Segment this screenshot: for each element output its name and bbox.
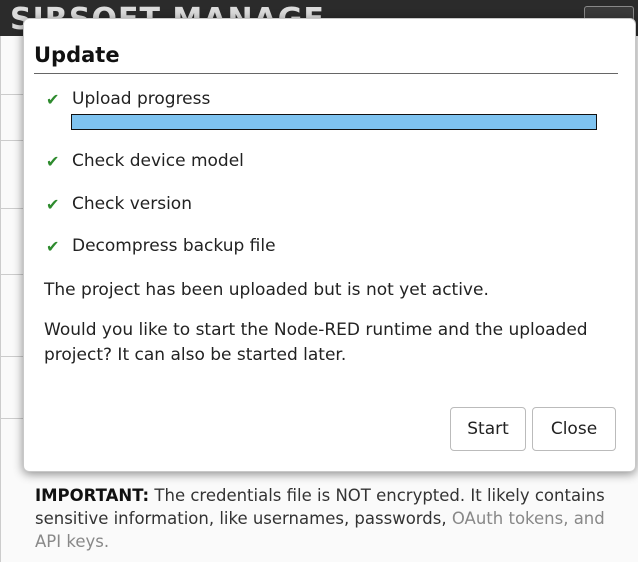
check-icon: ✔	[46, 194, 60, 214]
step-check-version: ✔ Check version	[46, 194, 192, 214]
step-label: Decompress backup file	[72, 236, 276, 256]
close-button[interactable]: Close	[532, 407, 616, 451]
step-decompress-backup: ✔ Decompress backup file	[46, 236, 276, 256]
background-divider	[1, 356, 25, 357]
start-button[interactable]: Start	[450, 407, 526, 451]
step-check-device-model: ✔ Check device model	[46, 151, 244, 171]
update-dialog: Update ✔ Upload progress ✔ Check device …	[23, 18, 636, 472]
check-icon: ✔	[46, 151, 60, 171]
background-divider	[1, 208, 25, 209]
background-divider	[1, 274, 25, 275]
step-label: Upload progress	[72, 89, 211, 109]
title-divider	[34, 73, 618, 74]
step-label: Check version	[72, 194, 192, 214]
step-upload-progress: ✔ Upload progress	[46, 89, 210, 109]
background-divider	[1, 140, 25, 141]
start-prompt-message: Would you like to start the Node-RED run…	[44, 320, 588, 365]
check-icon: ✔	[46, 89, 60, 109]
background-divider	[1, 418, 25, 419]
upload-progress-fill	[72, 115, 596, 129]
dialog-title: Update	[34, 43, 120, 67]
status-message: The project has been uploaded but is not…	[44, 280, 489, 300]
check-icon: ✔	[46, 236, 60, 256]
upload-progress-bar	[71, 114, 597, 130]
step-label: Check device model	[72, 151, 244, 171]
important-label: IMPORTANT:	[35, 486, 150, 505]
important-notice: IMPORTANT: The credentials file is NOT e…	[35, 484, 615, 553]
background-divider	[1, 94, 25, 95]
